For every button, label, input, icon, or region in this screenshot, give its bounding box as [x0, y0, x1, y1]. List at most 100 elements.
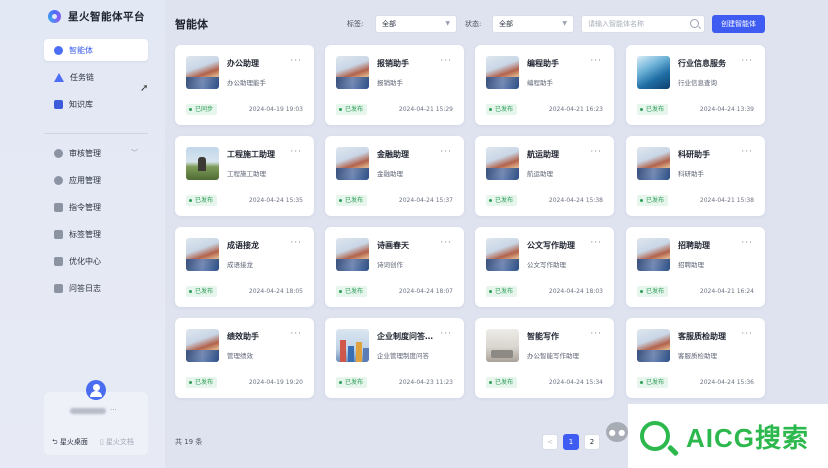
agent-name: 工程施工助理 — [227, 150, 275, 159]
agent-card[interactable]: 工程施工助理 工程施工助理 ··· 已发布 2024-04-24 15:35 — [175, 136, 314, 216]
agent-name: 航运助理 — [527, 150, 559, 159]
sidebar-item-task-chain[interactable]: 任务链 — [44, 66, 148, 88]
agent-card[interactable]: 智能写作 办公智能写作助理 ··· 已发布 2024-04-24 15:34 — [475, 318, 614, 398]
tag-filter-label: 标签: — [347, 20, 364, 28]
agent-timestamp: 2024-04-24 18:05 — [248, 288, 303, 295]
status-filter-label: 状态: — [465, 20, 482, 28]
status-badge: 已发布 — [637, 286, 669, 297]
status-filter-select[interactable]: 全部 ▼ — [492, 15, 574, 33]
agent-card[interactable]: 企业制度问答… 企业管理制度问答 ··· 已发布 2024-04-23 11:23 — [325, 318, 464, 398]
more-options-icon[interactable]: ··· — [440, 329, 452, 339]
mouse-cursor-icon: ➚ — [140, 83, 149, 94]
sidebar-item-optimize-center[interactable]: 优化中心 — [44, 250, 148, 272]
more-options-icon[interactable]: ··· — [741, 329, 753, 339]
more-options-icon[interactable]: ··· — [741, 238, 753, 248]
optimize-icon — [54, 256, 63, 266]
agent-card[interactable]: 金融助理 金融助理 ··· 已发布 2024-04-24 15:37 — [325, 136, 464, 216]
agent-card[interactable]: 招聘助理 招聘助理 ··· 已发布 2024-04-21 16:24 — [626, 227, 765, 307]
sidebar-item-qa-log[interactable]: 问答日志 — [44, 277, 148, 299]
status-badge: 已发布 — [336, 195, 368, 206]
agent-description: 招聘助理 — [678, 261, 704, 269]
sidebar-item-audit[interactable]: 审核管理 ﹀ — [44, 142, 148, 164]
search-icon[interactable] — [690, 19, 699, 28]
page-2-button[interactable]: 2 — [584, 434, 600, 450]
agent-card[interactable]: 公文写作助理 公文写作助理 ··· 已发布 2024-04-24 18:03 — [475, 227, 614, 307]
chevron-down-icon: ﹀ — [131, 149, 138, 157]
agent-name: 办公助理 — [227, 59, 259, 68]
sidebar-item-app-management[interactable]: 应用管理 — [44, 169, 148, 191]
more-options-icon[interactable]: ··· — [440, 56, 452, 66]
agent-thumbnail — [486, 56, 519, 89]
agent-thumbnail — [186, 147, 219, 180]
agent-card[interactable]: 航运助理 航运助理 ··· 已发布 2024-04-24 15:38 — [475, 136, 614, 216]
sidebar-item-tag-management[interactable]: 标签管理 — [44, 223, 148, 245]
agent-card[interactable]: 绩效助手 管理绩效 ··· 已发布 2024-04-19 19:20 — [175, 318, 314, 398]
sidebar-item-knowledge-base[interactable]: 知识库 — [44, 93, 148, 115]
page-1-button[interactable]: 1 — [563, 434, 579, 450]
sidebar-item-label: 优化中心 — [69, 256, 101, 266]
create-agent-button[interactable]: 创建智能体 — [712, 15, 765, 33]
app-title: 星火智能体平台 — [68, 11, 145, 23]
agent-description: 成语接龙 — [227, 261, 253, 269]
agent-description: 办公智能写作助理 — [527, 352, 579, 360]
spark-docs-label: 星火文档 — [105, 438, 134, 446]
sidebar-item-label: 指令管理 — [69, 202, 101, 212]
more-options-icon[interactable]: ··· — [290, 329, 302, 339]
more-options-icon[interactable]: ··· — [290, 56, 302, 66]
status-badge: 已发布 — [637, 377, 669, 388]
tag-filter-select[interactable]: 全部 ▼ — [375, 15, 457, 33]
spark-docs-link[interactable]: ▯ 星火文档 — [100, 437, 134, 449]
agent-description: 管理绩效 — [227, 352, 253, 360]
chain-icon — [54, 72, 64, 82]
agent-card[interactable]: 报销助手 报销助手 ··· 已发布 2024-04-21 15:29 — [325, 45, 464, 125]
agent-description: 工程施工助理 — [227, 170, 266, 178]
more-options-icon[interactable]: ··· — [590, 238, 602, 248]
status-badge: 已发布 — [486, 377, 518, 388]
tag-icon — [54, 229, 63, 239]
status-badge: 已发布 — [486, 286, 518, 297]
chevron-down-icon: ▼ — [445, 20, 450, 27]
chat-help-icon[interactable]: ● ● — [606, 422, 628, 442]
sidebar-item-label: 审核管理 — [69, 148, 101, 158]
agent-timestamp: 2024-04-24 15:34 — [548, 379, 603, 386]
prev-page-button[interactable]: < — [542, 434, 558, 450]
sidebar: 星火智能体平台 智能体 任务链 知识库 审核管理 ﹀ 应用管理 指令管理 标签管… — [0, 0, 165, 468]
avatar[interactable] — [86, 380, 106, 400]
more-options-icon[interactable]: ··· — [590, 147, 602, 157]
agent-card[interactable]: 成语接龙 成语接龙 ··· 已发布 2024-04-24 18:05 — [175, 227, 314, 307]
sidebar-item-command-management[interactable]: 指令管理 — [44, 196, 148, 218]
log-icon — [54, 283, 63, 293]
agent-timestamp: 2024-04-24 18:07 — [398, 288, 453, 295]
agent-thumbnail — [637, 238, 670, 271]
status-badge: 已发布 — [336, 104, 368, 115]
more-options-icon[interactable]: ··· — [741, 56, 753, 66]
agent-card[interactable]: 客服质检助理 客服质检助理 ··· 已发布 2024-04-24 15:36 — [626, 318, 765, 398]
agent-card[interactable]: 行业信息服务 行业信息查询 ··· 已发布 2024-04-24 13:39 — [626, 45, 765, 125]
search-input[interactable]: 请输入智能体名称 — [581, 15, 705, 33]
agent-description: 科研助手 — [678, 170, 704, 178]
agent-name: 客服质检助理 — [678, 332, 726, 341]
more-options-icon[interactable]: ··· — [290, 147, 302, 157]
user-card: ··· ⮌ 星火桌面 ▯ 星火文档 — [44, 380, 148, 455]
spark-desktop-link[interactable]: ⮌ 星火桌面 — [52, 437, 88, 449]
brand[interactable]: 星火智能体平台 — [48, 9, 145, 24]
agent-name: 行业信息服务 — [678, 59, 726, 68]
agent-description: 企业管理制度问答 — [377, 352, 429, 360]
agent-thumbnail — [486, 238, 519, 271]
agent-card[interactable]: 诗画春天 诗词创作 ··· 已发布 2024-04-24 18:07 — [325, 227, 464, 307]
agent-card[interactable]: 编程助手 编程助手 ··· 已发布 2024-04-21 16:23 — [475, 45, 614, 125]
more-options-icon[interactable]: ··· — [290, 238, 302, 248]
more-options-icon[interactable]: ··· — [590, 56, 602, 66]
user-more-icon[interactable]: ··· — [110, 406, 117, 414]
more-options-icon[interactable]: ··· — [590, 329, 602, 339]
book-icon — [54, 99, 63, 109]
user-name-blurred — [70, 408, 106, 414]
more-options-icon[interactable]: ··· — [440, 238, 452, 248]
agent-description: 航运助理 — [527, 170, 553, 178]
more-options-icon[interactable]: ··· — [440, 147, 452, 157]
status-badge: 已发布 — [186, 286, 218, 297]
agent-card[interactable]: 办公助理 办公助理能手 ··· 已同步 2024-04-19 19:03 — [175, 45, 314, 125]
agent-card[interactable]: 科研助手 科研助手 ··· 已发布 2024-04-21 15:38 — [626, 136, 765, 216]
sidebar-item-agents[interactable]: 智能体 — [44, 39, 148, 61]
more-options-icon[interactable]: ··· — [741, 147, 753, 157]
